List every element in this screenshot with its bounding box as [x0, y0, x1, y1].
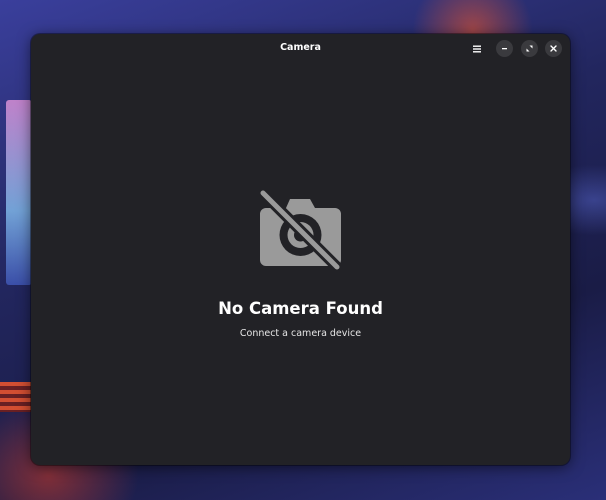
status-title: No Camera Found — [218, 299, 383, 318]
camera-window: Camera No Camera Found Connect a camera … — [31, 34, 570, 465]
main-menu-button[interactable] — [468, 40, 486, 58]
maximize-icon — [526, 45, 533, 52]
camera-disabled-icon — [260, 190, 341, 270]
wallpaper-decoration-strip — [0, 382, 32, 412]
title-bar[interactable]: Camera — [31, 34, 570, 62]
hamburger-menu-icon — [473, 45, 481, 53]
minimize-button[interactable] — [496, 40, 513, 57]
close-icon — [550, 45, 557, 52]
close-button[interactable] — [545, 40, 562, 57]
minimize-icon — [502, 48, 507, 50]
window-title: Camera — [280, 42, 321, 53]
status-description: Connect a camera device — [239, 328, 362, 339]
wallpaper-decoration-screen — [6, 100, 32, 285]
maximize-button[interactable] — [521, 40, 538, 57]
main-content: No Camera Found Connect a camera device — [31, 62, 570, 465]
